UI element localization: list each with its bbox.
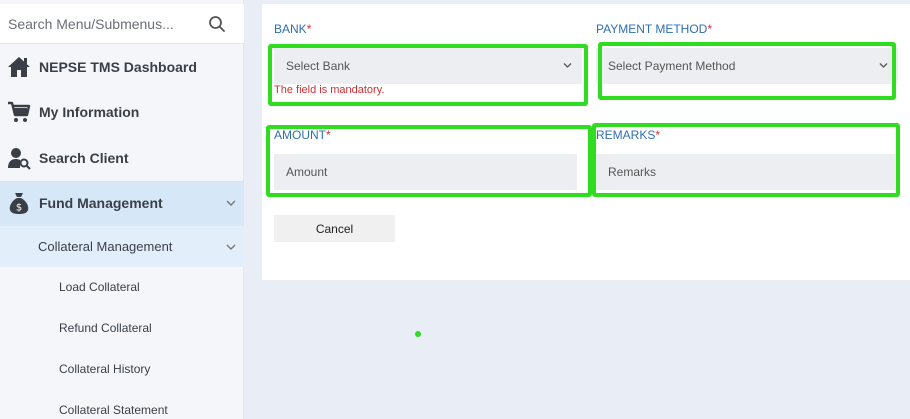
annotation-box-amount	[266, 125, 592, 197]
required-mark: *	[707, 22, 713, 36]
sidebar-subitem-collateral-history[interactable]: Collateral History	[0, 349, 244, 390]
sidebar-item-label: Search Client	[39, 150, 129, 166]
cart-icon	[8, 101, 31, 122]
sidebar-item-label: My Information	[39, 104, 140, 120]
chevron-down-icon	[226, 200, 236, 206]
payment-method-label: PAYMENT METHOD*	[596, 22, 713, 36]
sidebar-item-label: Fund Management	[39, 195, 163, 211]
annotation-box-bank	[268, 44, 588, 106]
sidebar-item-fund-management[interactable]: $ Fund Management	[0, 181, 244, 226]
sidebar-subitem-collateral-management[interactable]: Collateral Management	[0, 226, 244, 267]
sidebar-subitem-load-collateral[interactable]: Load Collateral	[0, 267, 244, 308]
annotation-box-remarks	[592, 123, 900, 197]
search-input[interactable]	[0, 4, 200, 44]
required-mark: *	[306, 22, 312, 36]
annotation-dot	[415, 331, 421, 337]
sidebar-search	[0, 4, 244, 44]
sidebar-item-dashboard[interactable]: NEPSE TMS Dashboard	[0, 45, 244, 90]
home-icon	[8, 57, 30, 77]
cancel-button[interactable]: Cancel	[274, 215, 395, 242]
money-bag-icon: $	[9, 193, 29, 214]
bank-label: BANK*	[274, 22, 312, 36]
sidebar-subitem-label: Load Collateral	[59, 280, 140, 294]
user-search-icon	[8, 148, 31, 170]
sidebar-subitem-label: Collateral Management	[38, 239, 173, 254]
annotation-box-payment-method	[598, 42, 896, 100]
sidebar-subitem-collateral-statement[interactable]: Collateral Statement	[0, 390, 244, 419]
chevron-down-icon	[226, 244, 236, 250]
sidebar-subitem-label: Collateral History	[59, 362, 151, 376]
sidebar-item-search-client[interactable]: Search Client	[0, 136, 244, 181]
sidebar-subitem-label: Collateral Statement	[59, 403, 168, 417]
search-icon[interactable]	[208, 15, 226, 33]
sidebar-item-label: NEPSE TMS Dashboard	[39, 59, 197, 75]
sidebar: NEPSE TMS Dashboard My Information Searc…	[0, 0, 244, 419]
sidebar-subitem-refund-collateral[interactable]: Refund Collateral	[0, 308, 244, 349]
svg-text:$: $	[16, 203, 22, 214]
sidebar-subitem-label: Refund Collateral	[59, 321, 152, 335]
sidebar-item-my-information[interactable]: My Information	[0, 90, 244, 135]
